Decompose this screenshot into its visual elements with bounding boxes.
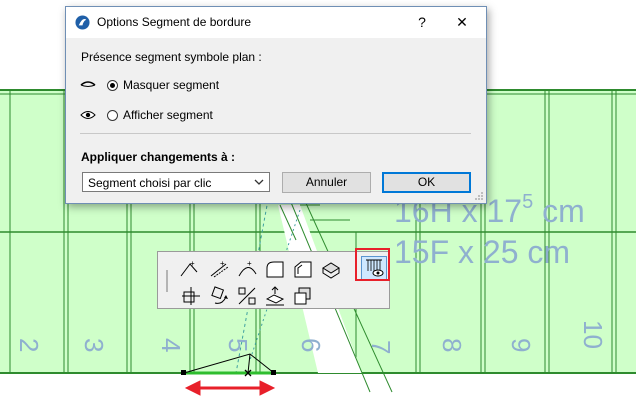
fillet-icon[interactable] <box>264 258 286 280</box>
step-number: 6 <box>296 338 326 352</box>
close-icon[interactable]: ✕ <box>444 7 480 38</box>
chamfer-icon[interactable] <box>292 258 314 280</box>
apply-scope-select[interactable]: Segment choisi par clic <box>82 172 270 192</box>
option-hide-radio[interactable] <box>107 80 118 91</box>
svg-text:+: + <box>220 259 225 268</box>
stair-label-treads: 15F x 25 cm <box>394 234 570 270</box>
help-button[interactable]: ? <box>404 7 440 38</box>
step-number: 8 <box>437 338 467 352</box>
dialog-titlebar[interactable]: Options Segment de bordure ? ✕ <box>66 7 486 38</box>
apply-scope-value: Segment choisi par clic <box>88 176 212 190</box>
ok-button[interactable]: OK <box>382 172 471 193</box>
add-node-icon[interactable]: + <box>178 258 200 280</box>
step-number: 4 <box>156 338 186 352</box>
step-number: 10 <box>578 320 608 349</box>
elevate-icon[interactable] <box>264 285 286 307</box>
split-icon[interactable] <box>236 285 258 307</box>
svg-text:+: + <box>247 259 252 268</box>
dialog-title: Options Segment de bordure <box>97 15 252 29</box>
visibility-tool-highlight <box>355 248 390 281</box>
step-number: 7 <box>366 340 396 354</box>
step-number: 5 <box>223 338 253 352</box>
svg-text:+: + <box>190 259 195 268</box>
resize-grip-icon[interactable] <box>474 191 484 201</box>
segment-options-dialog: Options Segment de bordure ? ✕ Présence … <box>65 6 487 204</box>
option-show-label[interactable]: Afficher segment <box>123 108 213 122</box>
option-show-radio[interactable] <box>107 110 118 121</box>
step-number: 2 <box>14 338 44 352</box>
curve-edge-icon[interactable]: + <box>236 258 258 280</box>
copy-icon[interactable] <box>292 285 314 307</box>
step-number: 3 <box>79 338 109 352</box>
chevron-down-icon <box>254 179 264 185</box>
eye-open-icon <box>80 111 96 119</box>
eye-closed-icon <box>80 81 96 87</box>
apply-heading: Appliquer changements à : <box>81 150 236 164</box>
solid-edit-icon[interactable] <box>320 258 342 280</box>
archicad-logo-icon <box>75 15 90 30</box>
rotate-icon[interactable] <box>208 285 230 307</box>
visibility-heading: Présence segment symbole plan : <box>81 50 262 64</box>
dialog-divider <box>80 133 471 134</box>
extent-arrow <box>184 380 276 396</box>
cancel-button[interactable]: Annuler <box>282 172 371 193</box>
option-hide-label[interactable]: Masquer segment <box>123 78 219 92</box>
step-number: 9 <box>506 338 536 352</box>
offset-edge-icon[interactable]: + <box>208 258 230 280</box>
move-node-icon[interactable] <box>180 285 202 307</box>
palette-separator <box>166 270 168 292</box>
